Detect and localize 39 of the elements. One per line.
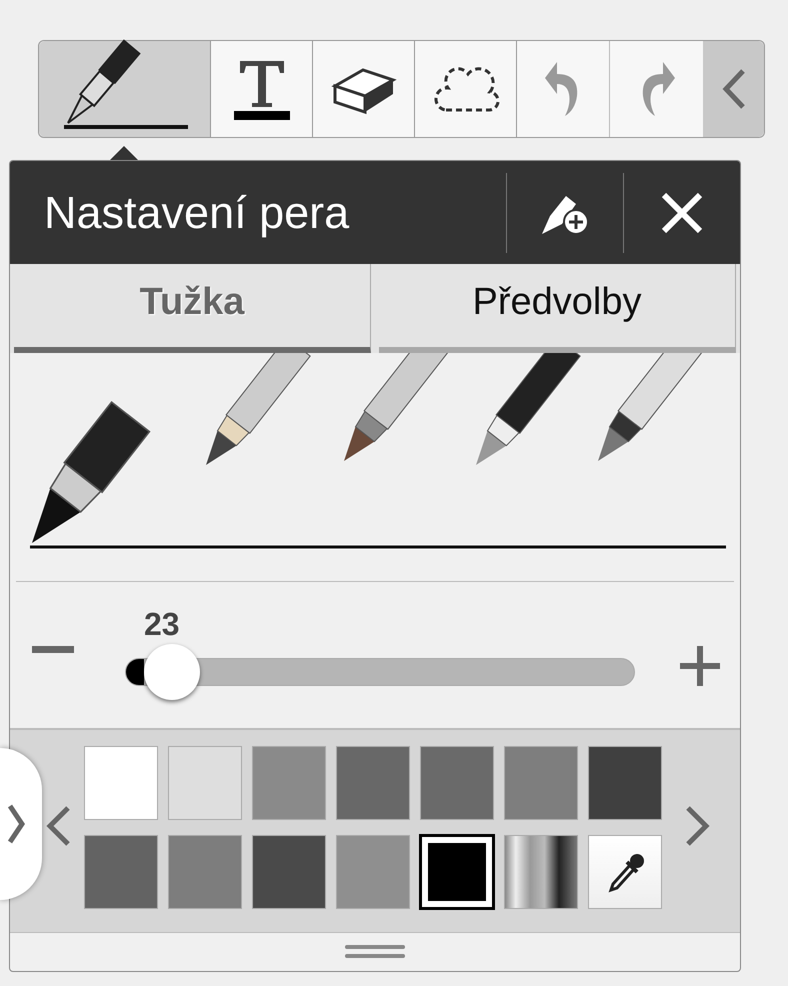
next-colors-button[interactable] xyxy=(686,806,710,846)
color-swatch[interactable] xyxy=(252,835,326,909)
size-slider-track[interactable] xyxy=(125,658,635,686)
decrease-button[interactable] xyxy=(32,646,74,654)
color-swatch[interactable] xyxy=(84,835,158,909)
marker-pen-option[interactable] xyxy=(598,353,703,461)
color-swatch[interactable] xyxy=(420,835,494,909)
panel-title: Nastavení pera xyxy=(44,186,350,240)
size-value: 23 xyxy=(144,605,180,644)
drag-handle-icon xyxy=(345,944,405,960)
previous-colors-button[interactable] xyxy=(46,806,70,846)
ballpoint-pen-option[interactable] xyxy=(32,401,151,543)
dashed-cloud-icon xyxy=(434,66,498,112)
tab[interactable]: Předvolby xyxy=(379,264,736,353)
plus-icon xyxy=(680,646,720,686)
chevron-right-icon xyxy=(686,806,710,846)
color-swatch[interactable] xyxy=(588,746,662,820)
color-swatch[interactable] xyxy=(336,835,410,909)
color-picker-button[interactable] xyxy=(588,835,662,909)
chevron-left-icon xyxy=(46,806,70,846)
chevron-left-icon xyxy=(722,69,744,109)
color-swatch[interactable] xyxy=(420,746,494,820)
gradient-swatch[interactable] xyxy=(504,835,578,909)
color-swatch[interactable] xyxy=(168,746,242,820)
color-swatch[interactable] xyxy=(252,746,326,820)
size-slider-thumb[interactable] xyxy=(144,644,200,700)
increase-button[interactable] xyxy=(680,646,720,686)
tab[interactable]: Tužka xyxy=(14,264,371,353)
brush-pen-option[interactable] xyxy=(344,353,449,461)
minus-icon xyxy=(32,646,74,654)
color-swatch[interactable] xyxy=(504,746,578,820)
pencil-pen-option[interactable] xyxy=(206,353,311,465)
close-icon xyxy=(661,192,703,234)
collapse-toolbar-button[interactable] xyxy=(703,41,764,137)
chevron-right-icon xyxy=(8,804,24,844)
color-swatch[interactable] xyxy=(336,746,410,820)
color-swatch[interactable] xyxy=(84,746,158,820)
color-swatch[interactable] xyxy=(168,835,242,909)
watercolor-pen-option[interactable] xyxy=(476,353,581,465)
